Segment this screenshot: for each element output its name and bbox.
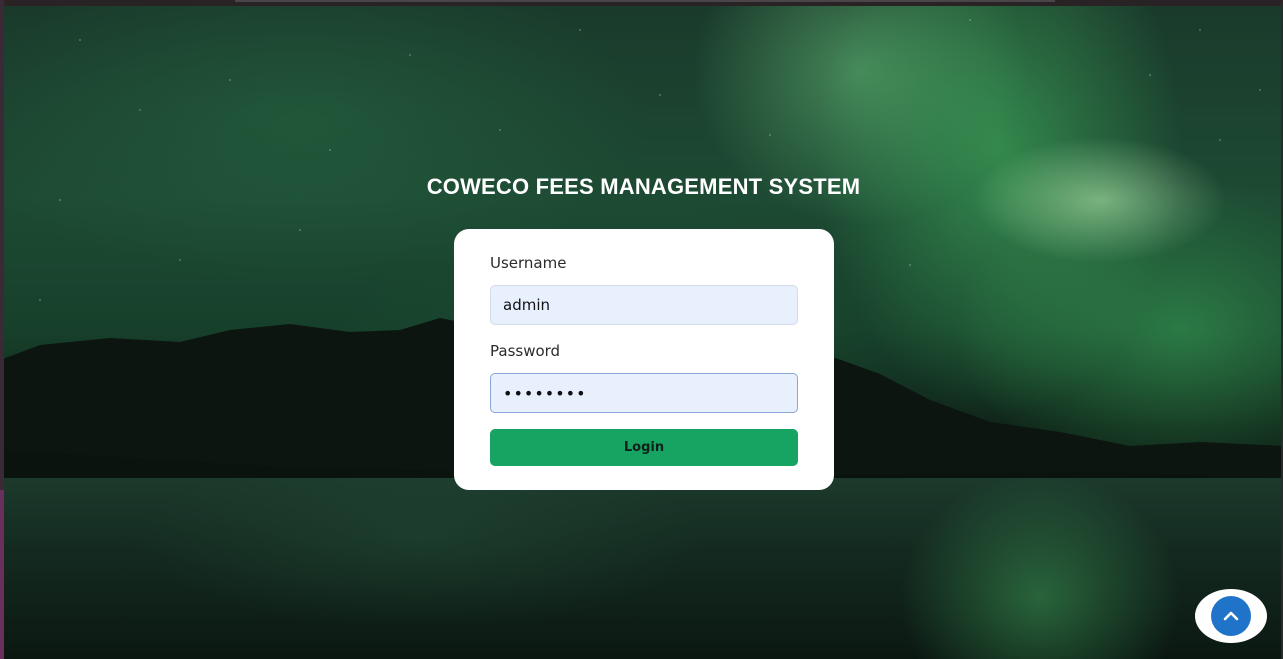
- chevron-up-icon: [1223, 611, 1239, 621]
- scroll-top-container: [1195, 589, 1267, 643]
- login-button[interactable]: Login: [490, 429, 798, 466]
- page-title: COWECO FEES MANAGEMENT SYSTEM: [426, 174, 861, 199]
- password-input[interactable]: [490, 373, 798, 413]
- browser-top-edge: [0, 0, 1283, 6]
- top-edge-line: [235, 0, 1055, 2]
- password-label: Password: [490, 342, 561, 360]
- lake-reflection: [0, 478, 1283, 659]
- username-input[interactable]: [490, 285, 798, 325]
- login-page: COWECO FEES MANAGEMENT SYSTEM Username P…: [0, 0, 1283, 659]
- username-label: Username: [490, 254, 567, 272]
- scroll-to-top-button[interactable]: [1211, 596, 1251, 636]
- login-card: Username Password Login: [454, 229, 834, 490]
- left-window-edge-accent: [0, 490, 4, 659]
